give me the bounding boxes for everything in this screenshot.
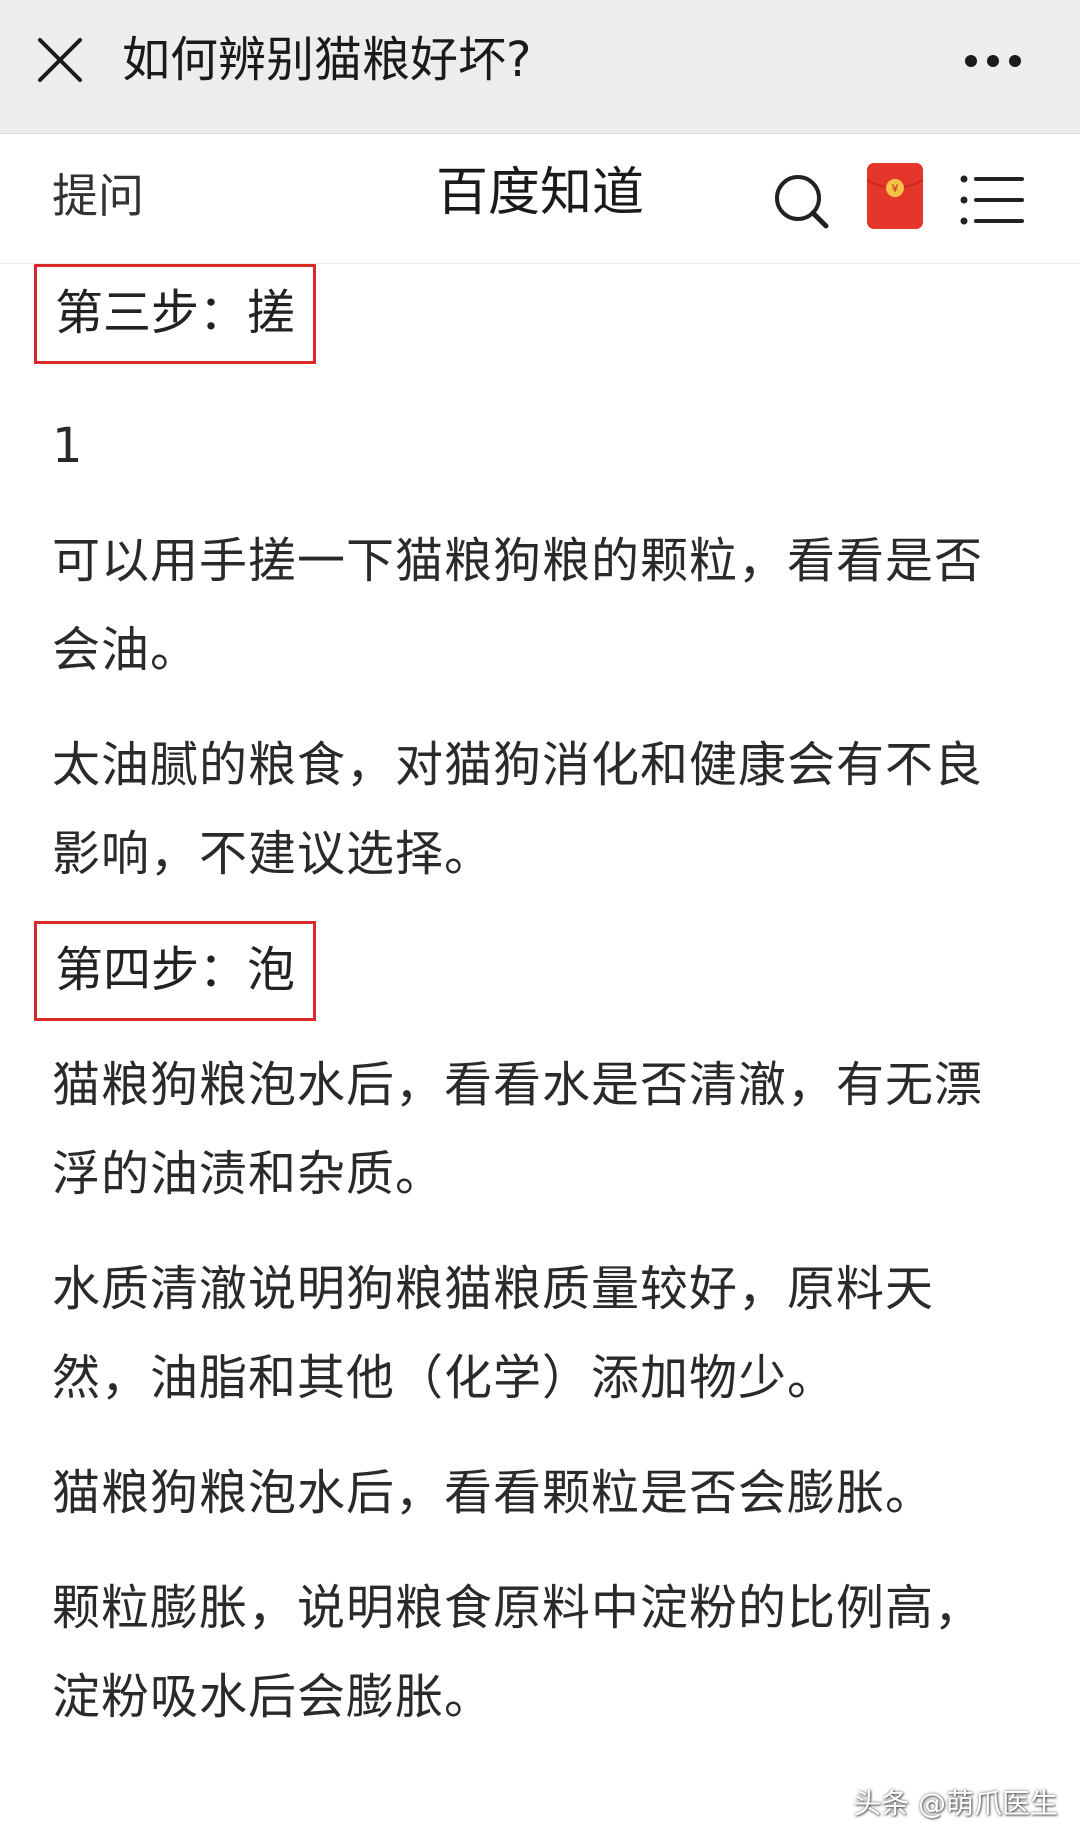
paragraph-oily-warning: 太油腻的粮食，对猫狗消化和健康会有不良影响，不建议选择。 <box>52 737 984 882</box>
more-dots-icon[interactable] <box>958 36 1028 86</box>
ask-question-link[interactable]: 提问 <box>52 166 144 226</box>
answer-content: 第三步：搓 1 可以用手搓一下猫粮狗粮的颗粒，看看是否会油。 太油腻的粮食，对猫… <box>34 264 1028 1742</box>
menu-icon[interactable] <box>958 170 1026 230</box>
search-icon[interactable] <box>770 170 832 232</box>
watermark: 头条 @萌爪医生 <box>853 1787 1058 1820</box>
step4-heading: 第四步：泡 <box>34 921 317 1021</box>
paragraph-soak: 猫粮狗粮泡水后，看看水是否清澈，有无漂浮的油渍和杂质。 <box>52 1057 984 1202</box>
paragraph-rub: 可以用手搓一下猫粮狗粮的颗粒，看看是否会油。 <box>52 533 984 678</box>
svg-text:¥: ¥ <box>892 182 899 195</box>
paragraph-swell-check: 猫粮狗粮泡水后，看看颗粒是否会膨胀。 <box>52 1465 935 1521</box>
close-icon[interactable] <box>30 30 90 90</box>
red-envelope-icon[interactable]: ¥ <box>866 162 924 230</box>
site-header: 提问 百度知道 ¥ <box>0 134 1080 264</box>
site-title[interactable]: 百度知道 <box>380 160 700 226</box>
webview-title: 如何辨别猫粮好坏? <box>122 32 532 88</box>
paragraph-starch: 颗粒膨胀，说明粮食原料中淀粉的比例高，淀粉吸水后会膨胀。 <box>52 1580 984 1725</box>
paragraph-clear-water: 水质清澈说明狗粮猫粮质量较好，原料天然，油脂和其他（化学）添加物少。 <box>52 1261 935 1406</box>
webview-top-bar: 如何辨别猫粮好坏? <box>0 0 1080 134</box>
item-number: 1 <box>52 418 83 474</box>
step3-heading: 第三步：搓 <box>34 264 317 364</box>
